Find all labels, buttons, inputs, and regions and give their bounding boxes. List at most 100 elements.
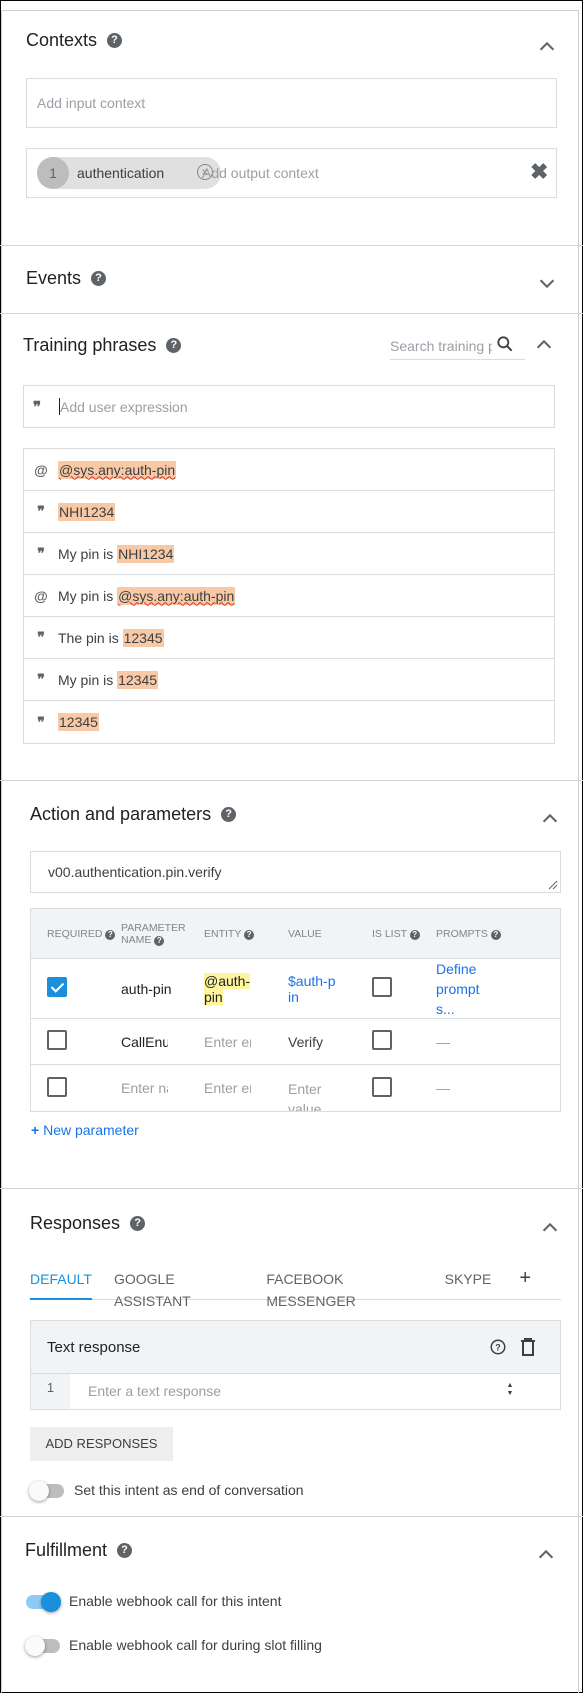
template-mode-icon[interactable]: @ bbox=[24, 588, 58, 604]
param-name-input[interactable]: auth-pin bbox=[121, 981, 178, 997]
header-param-name-line1: PARAMETER bbox=[121, 921, 186, 934]
phrase-annotation[interactable]: 12345 bbox=[58, 713, 99, 731]
help-icon[interactable]: ? bbox=[166, 338, 182, 353]
help-icon[interactable]: ? bbox=[117, 1543, 133, 1558]
training-phrase-row[interactable]: ❞ My pin is NHI1234 bbox=[24, 533, 554, 575]
help-icon[interactable]: ? bbox=[409, 929, 420, 940]
training-phrase-row[interactable]: ❞ 12345 bbox=[24, 701, 554, 743]
quote-icon[interactable]: ❞ bbox=[24, 671, 58, 688]
is-list-checkbox[interactable] bbox=[372, 977, 392, 997]
quote-icon[interactable]: ❞ bbox=[24, 503, 58, 520]
action-name-value: v00.authentication.pin.verify bbox=[48, 864, 222, 880]
quote-icon[interactable]: ❞ bbox=[24, 714, 58, 731]
chevron-up-icon[interactable] bbox=[539, 1217, 561, 1239]
training-search[interactable]: Search training p bbox=[390, 332, 525, 360]
action-title: Action and parameters ? bbox=[30, 804, 237, 825]
clear-icon[interactable]: ✖ bbox=[530, 159, 548, 185]
param-value[interactable]: $auth-p in bbox=[288, 973, 372, 1005]
divider bbox=[0, 313, 583, 314]
param-entity[interactable]: @auth-pin bbox=[204, 972, 288, 1005]
phrase-annotation[interactable]: @sys.any:auth-pin bbox=[117, 586, 236, 605]
define-prompts-link[interactable]: Define prompt s... bbox=[436, 959, 556, 1019]
tab-facebook-messenger[interactable]: FACEBOOK MESSENGER bbox=[266, 1268, 414, 1309]
training-phrase-row[interactable]: @ @sys.any:auth-pin bbox=[24, 449, 554, 491]
chip-lifespan[interactable]: 1 bbox=[37, 157, 69, 189]
training-phrase-row[interactable]: ❞ NHI1234 bbox=[24, 491, 554, 533]
add-expression-field[interactable]: ❞ Add user expression bbox=[23, 385, 555, 428]
param-value-input[interactable]: Enter value bbox=[288, 1065, 372, 1111]
param-value-input[interactable]: Verify bbox=[288, 1034, 372, 1050]
is-list-checkbox[interactable] bbox=[372, 1030, 392, 1050]
chevron-up-icon[interactable] bbox=[539, 808, 561, 830]
training-search-placeholder: Search training p bbox=[390, 338, 492, 354]
param-name-input[interactable]: CallEnum bbox=[121, 1034, 168, 1050]
required-checkbox[interactable] bbox=[47, 977, 67, 997]
param-entity-input[interactable]: Enter entity bbox=[204, 1080, 251, 1096]
text-response-card: Text response ? 1 Enter a text response … bbox=[30, 1320, 561, 1410]
help-icon[interactable]: ? bbox=[107, 33, 123, 48]
search-icon[interactable] bbox=[495, 334, 515, 354]
chevron-up-icon[interactable] bbox=[533, 334, 555, 356]
chip-label: authentication bbox=[77, 165, 165, 181]
phrase-annotation[interactable]: @sys.any:auth-pin bbox=[58, 460, 177, 479]
input-context-placeholder: Add input context bbox=[37, 95, 146, 111]
trash-icon[interactable] bbox=[520, 1338, 536, 1356]
phrase-annotation[interactable]: NHI1234 bbox=[58, 502, 116, 521]
webhook-toggle[interactable] bbox=[26, 1592, 61, 1612]
phrase-annotation[interactable]: 12345 bbox=[117, 670, 159, 689]
define-prompts-line1: Define bbox=[436, 960, 477, 977]
param-name-input[interactable]: Enter name bbox=[121, 1080, 168, 1096]
phrase-text: The pin is bbox=[58, 629, 123, 646]
tab-skype[interactable]: SKYPE bbox=[445, 1268, 492, 1300]
quote-icon[interactable]: ❞ bbox=[24, 545, 58, 562]
help-icon[interactable]: ? bbox=[130, 1216, 146, 1231]
chevron-down-icon[interactable] bbox=[536, 272, 558, 294]
param-entity-line2: pin bbox=[204, 988, 223, 1005]
end-conversation-toggle[interactable] bbox=[29, 1481, 64, 1501]
training-phrase-row[interactable]: ❞ My pin is 12345 bbox=[24, 659, 554, 701]
training-phrase-row[interactable]: @ My pin is @sys.any:auth-pin bbox=[24, 575, 554, 617]
add-responses-button[interactable]: ADD RESPONSES bbox=[30, 1427, 173, 1461]
chevron-up-icon[interactable] bbox=[536, 36, 558, 58]
line-number: 1 bbox=[31, 1374, 70, 1409]
input-context-field[interactable]: Add input context bbox=[26, 78, 557, 128]
training-phrase-row[interactable]: ❞ The pin is 12345 bbox=[24, 617, 554, 659]
text-response-title: Text response bbox=[47, 1339, 141, 1356]
parameters-table: REQUIRED ? PARAMETER NAME ? ENTITY ? VALU… bbox=[30, 908, 561, 1112]
output-context-field[interactable]: 1 authentication × Add output context ✖ bbox=[26, 148, 557, 198]
param-entity-input[interactable]: Enter entity bbox=[204, 1034, 251, 1050]
phrase-annotation[interactable]: NHI1234 bbox=[117, 544, 175, 563]
template-mode-icon[interactable]: @ bbox=[24, 462, 58, 478]
output-context-chip[interactable]: 1 authentication × bbox=[37, 157, 221, 189]
text-response-input[interactable]: Enter a text response bbox=[88, 1383, 221, 1399]
header-required-text: REQUIRED bbox=[47, 927, 103, 940]
help-icon[interactable]: ? bbox=[490, 929, 501, 940]
slot-filling-webhook-toggle[interactable] bbox=[25, 1636, 60, 1656]
action-name-field[interactable]: v00.authentication.pin.verify bbox=[30, 851, 561, 893]
divider bbox=[0, 245, 583, 246]
help-icon[interactable]: ? bbox=[91, 271, 107, 286]
chevron-up-icon[interactable] bbox=[535, 1544, 557, 1566]
spinner-icon[interactable]: ▲ ▼ bbox=[504, 1382, 516, 1400]
header-entity: ENTITY ? bbox=[204, 928, 288, 940]
quote-icon[interactable]: ❞ bbox=[24, 629, 58, 646]
parameters-header: REQUIRED ? PARAMETER NAME ? ENTITY ? VALU… bbox=[31, 909, 560, 959]
plus-icon: + bbox=[31, 1122, 40, 1138]
responses-title: Responses ? bbox=[30, 1213, 146, 1234]
phrase-annotation[interactable]: 12345 bbox=[122, 628, 164, 647]
help-icon[interactable]: ? bbox=[154, 935, 165, 946]
resize-handle-icon[interactable] bbox=[548, 880, 558, 890]
help-circle-icon[interactable]: ? bbox=[489, 1338, 507, 1356]
is-list-checkbox[interactable] bbox=[372, 1076, 392, 1097]
help-icon[interactable]: ? bbox=[105, 929, 116, 940]
required-checkbox[interactable] bbox=[47, 1076, 67, 1097]
param-value-line1: $auth-p bbox=[288, 972, 336, 989]
add-tab-button[interactable]: + bbox=[519, 1268, 531, 1300]
help-icon[interactable]: ? bbox=[244, 929, 255, 940]
tab-default[interactable]: DEFAULT bbox=[30, 1268, 92, 1300]
divider bbox=[0, 1516, 583, 1517]
new-parameter-link[interactable]: + New parameter bbox=[31, 1122, 139, 1138]
tab-google-assistant[interactable]: GOOGLE ASSISTANT bbox=[114, 1268, 236, 1309]
help-icon[interactable]: ? bbox=[221, 807, 237, 822]
required-checkbox[interactable] bbox=[47, 1030, 67, 1050]
